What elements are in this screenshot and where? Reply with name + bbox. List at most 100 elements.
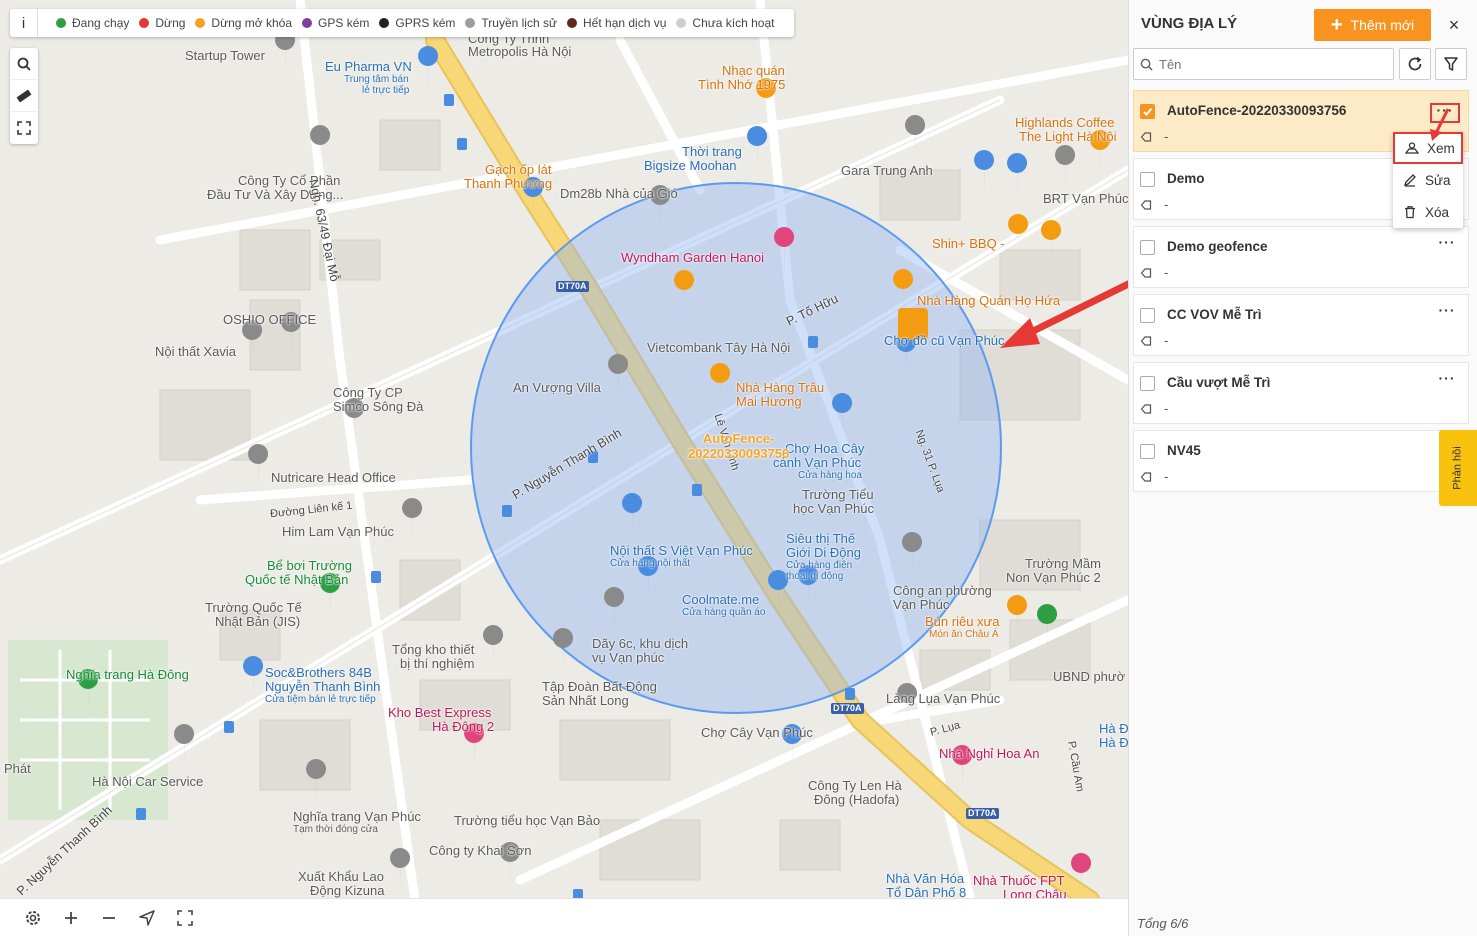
row-checkbox[interactable] (1140, 444, 1155, 459)
row-description: - (1140, 401, 1168, 416)
measure-button[interactable] (10, 80, 38, 112)
fullscreen-button[interactable] (10, 112, 38, 144)
zoom-out-button[interactable] (90, 899, 128, 936)
row-checkbox[interactable] (1140, 104, 1155, 119)
map-label: UBND phườ (1053, 669, 1126, 684)
geofence-label[interactable]: AutoFence- 20220330093756 (688, 431, 789, 461)
row-name: AutoFence-20220330093756 (1167, 103, 1347, 118)
fullscreen-icon (17, 121, 31, 135)
map-label: Mai Hương (736, 394, 802, 409)
row-checkbox[interactable] (1140, 308, 1155, 323)
close-panel-button[interactable]: × (1441, 12, 1467, 38)
menu-item-delete[interactable]: Xóa (1393, 196, 1463, 228)
map-label: Nhà Hàng Trâu (736, 380, 825, 395)
map-label: OSHIO OFFICE (223, 312, 317, 327)
legend-item: Truyền lịch sử (465, 16, 557, 30)
map-label: Tập Đoàn Bất Động (542, 679, 657, 694)
tag-icon (1140, 335, 1152, 346)
map-label: Trường Mầm (1025, 556, 1101, 571)
row-desc-text: - (1164, 129, 1169, 144)
map-label: Hà Nội Car Service (92, 774, 204, 789)
map-label: Hà Đ (1099, 721, 1128, 736)
map-label: Làng Lụa Vạn Phúc (886, 691, 1001, 706)
plus-icon: + (1330, 14, 1343, 36)
legend-item: Đang chạy (56, 16, 129, 30)
map-label: Dãy 6c, khu dịch (592, 636, 689, 651)
map-label: Công an phường (893, 583, 992, 598)
legend-item: Dừng mở khóa (195, 16, 292, 30)
trash-icon (1405, 206, 1415, 219)
zoom-in-button[interactable] (52, 899, 90, 936)
row-checkbox[interactable] (1140, 376, 1155, 391)
feedback-tab[interactable]: Phản hồi (1439, 430, 1477, 506)
map-label: Xuất Khẩu Lao (298, 869, 385, 884)
row-desc-text: - (1164, 265, 1169, 280)
map-label: Trung tâm bán (344, 74, 409, 85)
row-description: - (1140, 129, 1168, 144)
menu-item-edit[interactable]: Sửa (1393, 164, 1463, 196)
list-item[interactable]: CC VOV Mễ Trì - ··· (1133, 294, 1469, 356)
row-name: Cầu vượt Mễ Trì (1167, 375, 1271, 390)
map-label: Nhà Thuốc FPT (973, 873, 1065, 888)
map-label: Công Ty CP (333, 385, 403, 400)
minus-icon (103, 916, 115, 919)
expand-map-button[interactable] (166, 899, 204, 936)
info-button[interactable]: i (10, 9, 38, 37)
map-label: Metropolis Hà Nội (468, 44, 572, 59)
road-badge: DT70A (558, 281, 587, 291)
legend-item: GPRS kém (379, 16, 455, 30)
search-map-button[interactable] (10, 48, 38, 80)
row-checkbox[interactable] (1140, 172, 1155, 187)
map-label: Simco Sông Đà (333, 399, 424, 414)
map-label: Cửa tiệm bán lẻ trực tiếp (265, 694, 376, 705)
feedback-label: Phản hồi (1452, 446, 1464, 490)
map-label: Động Kizuna (310, 883, 385, 898)
row-checkbox[interactable] (1140, 240, 1155, 255)
add-new-button[interactable]: + Thêm mới (1314, 9, 1431, 41)
more-options-button[interactable]: ··· (1434, 235, 1460, 257)
map-label: Công Ty Cổ Phần (238, 173, 341, 188)
map-label: Gạch ốp lát (485, 162, 552, 177)
map-label: vụ Vạn phúc (592, 650, 665, 665)
legend-item: Hết hạn dịch vụ (567, 16, 666, 30)
road-badge: DT70A (968, 808, 997, 818)
map-label: Thanh Phương (464, 176, 553, 191)
map-view[interactable]: Startup Tower Công Ty Tnhh Metropolis Hà… (0, 0, 1128, 936)
map-label: Cửa hàng quần áo (682, 607, 766, 618)
map-label: Dm28b Nhà của Gió (560, 186, 678, 201)
map-label: Trường Tiểu (802, 487, 874, 502)
list-item[interactable]: Cầu vượt Mễ Trì - ··· (1133, 362, 1469, 424)
locate-button[interactable] (128, 899, 166, 936)
legend-label: Truyền lịch sử (481, 16, 558, 30)
map-label: thoại di động (786, 571, 844, 582)
check-icon (1143, 107, 1153, 116)
list-item[interactable]: NV45 - (1133, 430, 1469, 492)
map-label: Startup Tower (185, 48, 265, 63)
row-desc-text: - (1164, 333, 1169, 348)
more-options-button[interactable]: ··· (1434, 303, 1460, 325)
map-label: Giới Di Động (786, 545, 861, 560)
row-description: - (1140, 265, 1168, 280)
map-label: Highlands Coffee (1015, 115, 1115, 130)
map-label: Bigsize Moohan (644, 158, 737, 173)
filter-button[interactable] (1435, 48, 1467, 80)
map-label: Nhà Hàng Quán Họ Hứa (917, 293, 1061, 308)
search-input[interactable] (1159, 56, 1379, 72)
map-label: Quốc tế Nhật Bản (245, 572, 349, 587)
legend-label: Dừng (155, 16, 186, 30)
map-label: Tạm thời đóng cửa (293, 824, 378, 835)
legend-label: GPRS kém (395, 16, 456, 30)
fullscreen-icon (177, 909, 193, 926)
panel-header: VÙNG ĐỊA LÝ + Thêm mới × (1129, 0, 1477, 48)
map-toolbar (10, 48, 38, 144)
map-label: Chợ Hoa Cây (785, 441, 865, 456)
refresh-button[interactable] (1399, 48, 1431, 80)
settings-button[interactable] (14, 899, 52, 936)
map-bottom-bar (0, 898, 1128, 936)
map-label: Hà Đông 2 (432, 719, 495, 734)
search-icon (17, 57, 31, 71)
filter-icon (1444, 57, 1458, 71)
list-item[interactable]: Demo geofence - ··· (1133, 226, 1469, 288)
more-options-button[interactable]: ··· (1434, 371, 1460, 393)
legend-label: Đang chạy (72, 16, 130, 30)
